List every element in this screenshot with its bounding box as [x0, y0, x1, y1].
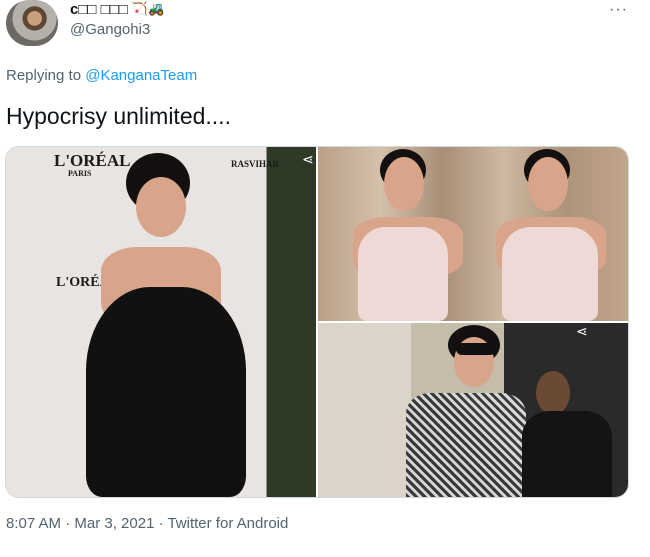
author-name-row[interactable]: c□□ □□□ 🏹🚜 [70, 0, 164, 18]
photo-black-dress [86, 287, 246, 497]
tweet-text: Hypocrisy unlimited.... [6, 103, 231, 129]
photo-black-suit [522, 411, 612, 497]
replying-to-link[interactable]: @KanganaTeam [85, 67, 197, 84]
brand-text-3: RASVIHAR [231, 159, 280, 169]
photo-pink-top-1 [358, 227, 448, 321]
photo-pink-top-2 [502, 227, 598, 321]
photo-face-1 [384, 157, 424, 211]
tweet-meta: 8:07 AM · Mar 3, 2021 · Twitter for Andr… [6, 515, 289, 532]
replying-to-prefix: Replying to [6, 67, 86, 84]
photo-face-2 [528, 157, 568, 211]
photo-face [136, 177, 186, 237]
share-icon[interactable]: ⋖ [302, 151, 314, 168]
author-display-name[interactable]: c□□ □□□ [70, 1, 128, 18]
replying-to: Replying to @KanganaTeam [6, 67, 197, 84]
author-handle[interactable]: @Gangohi3 [70, 21, 150, 38]
photo-sunglasses [456, 343, 496, 355]
brand-sub-text: PARIS [68, 169, 92, 178]
media-photo-left[interactable]: L'ORÉAL PARIS L'ORÉAL RASVIHAR ⋖ [6, 147, 316, 497]
brand-text-1: L'ORÉAL [54, 151, 131, 170]
tweet-media-grid[interactable]: L'ORÉAL PARIS L'ORÉAL RASVIHAR ⋖ ⋖ [5, 146, 629, 498]
media-photo-top-right[interactable] [318, 147, 628, 321]
photo-houndstooth-coat [406, 393, 526, 497]
author-emoji: 🏹🚜 [131, 1, 165, 16]
author-avatar[interactable] [6, 0, 58, 46]
photo-face-4 [536, 371, 570, 415]
share-icon-2[interactable]: ⋖ [576, 323, 588, 340]
media-photo-bottom-right[interactable]: ⋖ [318, 323, 628, 497]
more-options-icon[interactable]: ··· [609, 1, 628, 19]
